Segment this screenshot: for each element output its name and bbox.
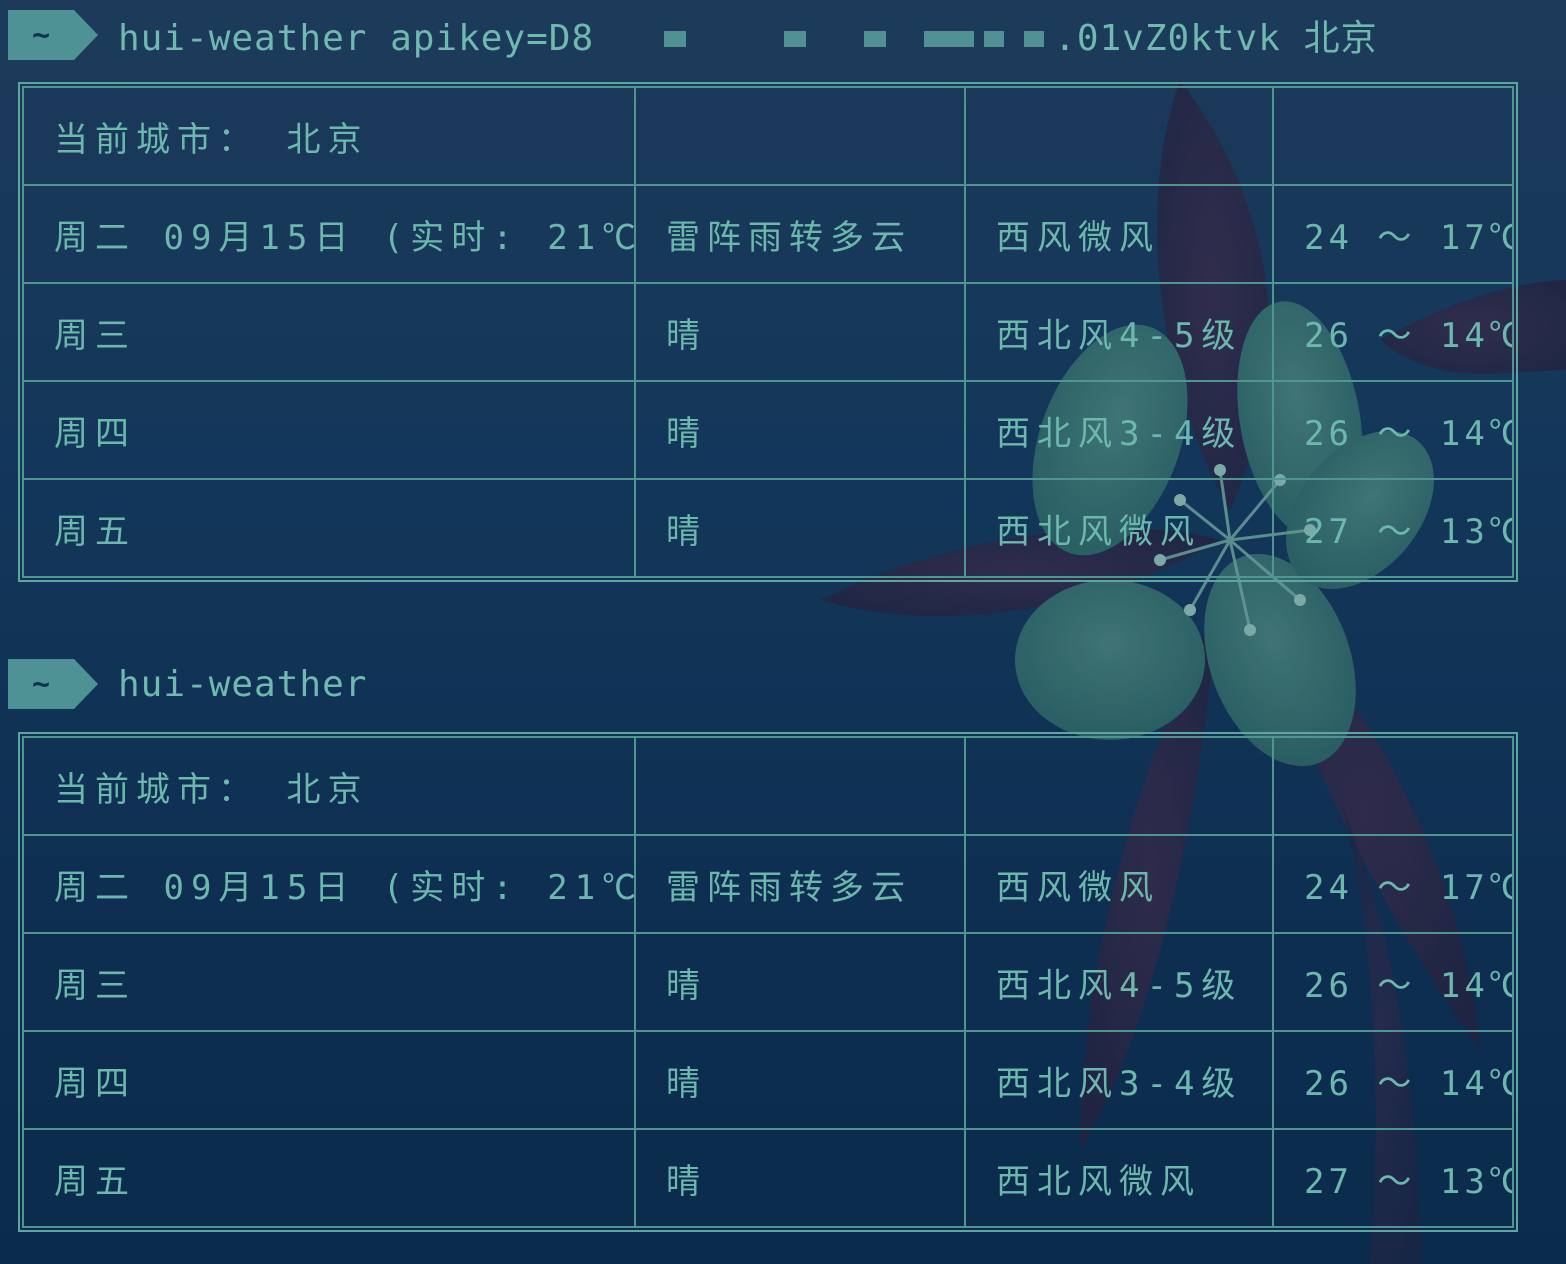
table-cell: 周四 [22,1030,636,1130]
table-cell: 雷阵雨转多云 [634,834,966,934]
table-cell: 西北风微风 [964,1128,1274,1228]
table-cell: 周二 09月15日 (实时: 21℃) [22,184,636,284]
table-cell: 晴 [634,1128,966,1228]
table-cell: 晴 [634,282,966,382]
table-cell: 西北风4-5级 [964,282,1274,382]
table-cell: 周五 [22,1128,636,1228]
table-cell [964,86,1274,186]
prompt-badge: ~ [8,659,98,709]
table-row: 周五 晴 西北风微风 27 ～ 13℃ [22,1128,1514,1228]
table-cell: 晴 [634,478,966,578]
terminal-window[interactable]: ~ hui-weather apikey=D8 .01vZ0ktvk 北京 当前城… [0,0,1566,1264]
table-cell: 24 ～ 17℃ [1272,834,1514,934]
command-text[interactable]: hui-weather apikey=D8 .01vZ0ktvk 北京 [118,9,1378,61]
table-cell [634,86,966,186]
table-cell [634,736,966,836]
table-cell: 周三 [22,932,636,1032]
redacted-apikey [594,25,1054,55]
table-cell: 当前城市： 北京 [22,86,636,186]
table-row: 当前城市： 北京 [22,736,1514,836]
table-cell: 周二 09月15日 (实时: 21℃) [22,834,636,934]
table-cell: 周五 [22,478,636,578]
table-cell: 晴 [634,932,966,1032]
prompt-line-1: ~ hui-weather apikey=D8 .01vZ0ktvk 北京 [8,10,1378,60]
table-row: 周二 09月15日 (实时: 21℃) 雷阵雨转多云 西风微风 24 ～ 17℃ [22,834,1514,934]
weather-table-1: 当前城市： 北京 周二 09月15日 (实时: 21℃) 雷阵雨转多云 西风微风… [18,82,1518,582]
table-cell: 周三 [22,282,636,382]
table-row: 周三 晴 西北风4-5级 26 ～ 14℃ [22,932,1514,1032]
table-cell: 26 ～ 14℃ [1272,1030,1514,1130]
prompt-line-2: ~ hui-weather [8,659,367,709]
table-row: 周五 晴 西北风微风 27 ～ 13℃ [22,478,1514,578]
weather-table-2: 当前城市： 北京 周二 09月15日 (实时: 21℃) 雷阵雨转多云 西风微风… [18,732,1518,1232]
table-row: 周三 晴 西北风4-5级 26 ～ 14℃ [22,282,1514,382]
home-directory-symbol: ~ [31,17,51,53]
table-cell: 西北风3-4级 [964,380,1274,480]
table-cell: 西风微风 [964,834,1274,934]
table-cell: 晴 [634,380,966,480]
table-cell: 西风微风 [964,184,1274,284]
table-row: 周四 晴 西北风3-4级 26 ～ 14℃ [22,1030,1514,1130]
command-text[interactable]: hui-weather [118,664,367,705]
prompt-badge: ~ [8,10,98,60]
table-cell: 周四 [22,380,636,480]
table-cell: 西北风4-5级 [964,932,1274,1032]
table-cell: 当前城市： 北京 [22,736,636,836]
table-row: 当前城市： 北京 [22,86,1514,186]
home-directory-symbol: ~ [31,666,51,702]
table-cell: 西北风3-4级 [964,1030,1274,1130]
table-cell: 晴 [634,1030,966,1130]
table-cell: 24 ～ 17℃ [1272,184,1514,284]
table-row: 周二 09月15日 (实时: 21℃) 雷阵雨转多云 西风微风 24 ～ 17℃ [22,184,1514,284]
table-cell [1272,736,1514,836]
table-cell: 27 ～ 13℃ [1272,478,1514,578]
table-row: 周四 晴 西北风3-4级 26 ～ 14℃ [22,380,1514,480]
command-suffix: .01vZ0ktvk 北京 [1054,18,1378,59]
command-prefix: hui-weather apikey=D8 [118,18,595,59]
table-cell [1272,86,1514,186]
table-cell: 27 ～ 13℃ [1272,1128,1514,1228]
table-cell: 雷阵雨转多云 [634,184,966,284]
table-cell: 26 ～ 14℃ [1272,932,1514,1032]
table-cell: 26 ～ 14℃ [1272,282,1514,382]
table-cell: 西北风微风 [964,478,1274,578]
table-cell: 26 ～ 14℃ [1272,380,1514,480]
table-cell [964,736,1274,836]
